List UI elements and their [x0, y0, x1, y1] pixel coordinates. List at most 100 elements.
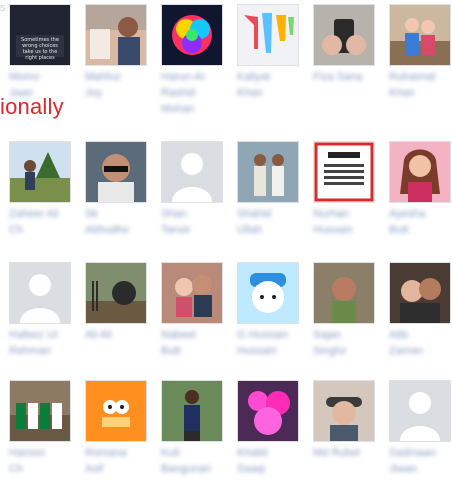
friend-tile[interactable]: Zaheer Ali Ch [9, 141, 73, 238]
friend-name-line2: Hussain [237, 345, 277, 357]
friend-name-line2: Abhudho [85, 224, 130, 236]
friend-tile[interactable]: Md Rubel [313, 380, 377, 461]
friends-grid: Sometimes the wrong choices take us to the… [0, 0, 452, 481]
friend-name[interactable]: Harun-Ar Rashid Mohan [161, 69, 231, 117]
hat-person-icon[interactable] [313, 380, 375, 442]
friend-name-line1: Harun-Ar [161, 71, 206, 83]
friend-name[interactable]: Khalid Saaqi [237, 445, 307, 477]
friend-name[interactable]: Fiza Sana [313, 69, 383, 85]
friend-tile[interactable]: Nabeel Butt [161, 262, 225, 359]
friend-name[interactable]: Kaliyat Khan [237, 69, 307, 101]
friend-name-line2: Saaqi [237, 463, 266, 475]
friend-tile[interactable]: Hafeez Ur Rehman [9, 262, 73, 359]
friend-name[interactable]: Atib Zaman [389, 327, 452, 359]
hands-phone-icon[interactable] [313, 4, 375, 66]
friend-name[interactable]: Ali Ali [85, 327, 155, 343]
friend-name[interactable]: Shahid Ullah [237, 206, 307, 238]
svg-text:right places: right places [25, 55, 55, 61]
quote-image-icon[interactable]: Sometimes the wrong choices take us to the… [9, 4, 71, 66]
friend-name-line1: Zaheer Ali [9, 208, 59, 220]
friend-name[interactable]: Nabeel Butt [161, 327, 231, 359]
friend-tile[interactable]: Haroon Ch [9, 380, 73, 477]
paint-drips-icon[interactable] [237, 4, 299, 66]
friend-name[interactable]: Haroon Ch [9, 445, 79, 477]
friend-name-line1: Ali Ali [85, 329, 112, 341]
friend-name[interactable]: Momo Jaan [9, 69, 79, 101]
friend-tile[interactable]: Sajan Singhz [313, 262, 377, 359]
friend-name[interactable]: Sadmaan Jiwan [389, 445, 452, 477]
friend-name-line1: Mahfuz [85, 71, 122, 83]
man-standing-icon[interactable] [161, 380, 223, 442]
default-avatar-icon[interactable] [389, 380, 451, 442]
man-selfie-icon[interactable] [313, 262, 375, 324]
pink-flower-icon[interactable] [237, 380, 299, 442]
friend-name[interactable]: G Hussain Hussain [237, 327, 307, 359]
friend-name[interactable]: Shan Tanvir [161, 206, 231, 238]
person-outdoor-icon[interactable] [9, 141, 71, 203]
friend-name-line2: Ch [9, 463, 24, 475]
two-men-icon[interactable] [237, 141, 299, 203]
rainbow-rose-icon[interactable] [161, 4, 223, 66]
couple-photo-icon[interactable] [161, 262, 223, 324]
friend-name[interactable]: Zaheer Ali Ch [9, 206, 79, 238]
bear-photo-icon[interactable] [85, 262, 147, 324]
couple-selfie-icon[interactable] [389, 262, 451, 324]
friend-tile[interactable]: Sometimes the wrong choices take us to the… [9, 4, 73, 101]
friend-name-line1: Sk [85, 208, 98, 220]
friend-tile[interactable]: Sk Abhudho [85, 141, 149, 238]
friend-name-line2: Jiwan [389, 463, 418, 475]
friend-tile[interactable]: Atib Zaman [389, 262, 452, 359]
group-photo-icon[interactable] [9, 380, 71, 442]
friend-tile[interactable]: Nurhan Hussain [313, 141, 377, 238]
friend-name[interactable]: Kuli Bangunan [161, 445, 231, 477]
cartoon-character-icon[interactable] [85, 380, 147, 442]
friend-tile[interactable]: Kaliyat Khan [237, 4, 301, 101]
friend-name[interactable]: Romana Asif [85, 445, 155, 477]
cat-hat-icon[interactable] [237, 262, 299, 324]
friend-name-line1: Kuli [161, 447, 180, 459]
friend-tile[interactable]: G Hussain Hussain [237, 262, 301, 359]
friend-tile[interactable]: Ruhaimal Khan [389, 4, 452, 101]
friend-name-line1: Sadmaan [389, 447, 437, 459]
friend-tile[interactable]: Shahid Ullah [237, 141, 301, 238]
friend-name[interactable]: Sk Abhudho [85, 206, 155, 238]
friend-name[interactable]: Sajan Singhz [313, 327, 383, 359]
friend-tile[interactable]: Shan Tanvir [161, 141, 225, 238]
friend-name-line1: Ruhaimal [389, 71, 436, 83]
friend-name[interactable]: Nurhan Hussain [313, 206, 383, 238]
friend-name-line1: Shahid [237, 208, 272, 220]
friend-name[interactable]: Ruhaimal Khan [389, 69, 452, 101]
friend-tile[interactable]: Harun-Ar Rashid Mohan [161, 4, 225, 117]
default-avatar-icon[interactable] [161, 141, 223, 203]
friend-name-line1: Momo [9, 71, 40, 83]
friend-name-line2: Hussain [313, 224, 353, 236]
friends-grid-page: s ionally Sometimes the wrong choices take… [0, 0, 452, 481]
friend-name-line1: Nabeel [161, 329, 196, 341]
friend-name-line1: Haroon [9, 447, 46, 459]
friend-name[interactable]: Mahfuz Joy [85, 69, 155, 101]
sunglasses-man-icon[interactable] [85, 141, 147, 203]
friend-name-line1: Nurhan [313, 208, 350, 220]
friend-tile[interactable]: Khalid Saaqi [237, 380, 301, 477]
friend-name-line2: Butt [161, 345, 181, 357]
friend-name-line2: Tanvir [161, 224, 191, 236]
friend-name-line2: Rehman [9, 345, 51, 357]
friend-tile[interactable]: Mahfuz Joy [85, 4, 149, 101]
friend-tile[interactable]: Kuli Bangunan [161, 380, 225, 477]
two-kids-icon[interactable] [389, 4, 451, 66]
friend-tile[interactable]: Ayesha Butt [389, 141, 452, 238]
friend-name[interactable]: Ayesha Butt [389, 206, 452, 238]
friend-tile[interactable]: Ali Ali [85, 262, 149, 343]
friend-name-line2: Joy [85, 87, 103, 99]
urdu-text-image-icon[interactable] [313, 141, 375, 203]
woman-portrait-icon[interactable] [389, 141, 451, 203]
friend-tile[interactable]: Romana Asif [85, 380, 149, 477]
person-photo-icon[interactable] [85, 4, 147, 66]
friend-tile[interactable]: Sadmaan Jiwan [389, 380, 452, 477]
friend-name-line2: Khan [389, 87, 415, 99]
friend-name[interactable]: Hafeez Ur Rehman [9, 327, 79, 359]
default-avatar-icon[interactable] [9, 262, 71, 324]
friend-tile[interactable]: Fiza Sana [313, 4, 377, 85]
friend-name-line2: Butt [389, 224, 409, 236]
friend-name[interactable]: Md Rubel [313, 445, 383, 461]
